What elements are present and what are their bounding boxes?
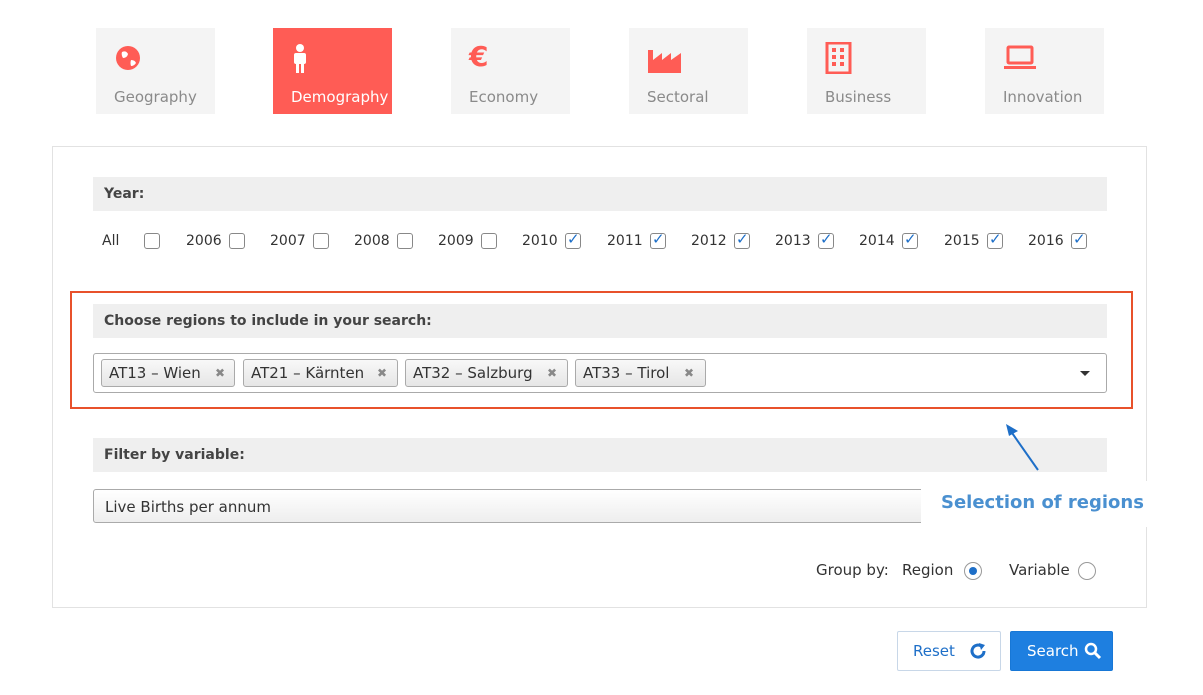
reset-button[interactable]: Reset xyxy=(897,631,1001,671)
tab-economy[interactable]: € Economy xyxy=(451,28,570,114)
all-checkbox[interactable] xyxy=(144,233,160,249)
tab-innovation[interactable]: Innovation xyxy=(985,28,1104,114)
tab-business[interactable]: Business xyxy=(807,28,926,114)
search-button[interactable]: Search xyxy=(1010,631,1113,671)
check-icon: ✓ xyxy=(567,230,580,248)
year-checkbox[interactable]: ✓ xyxy=(565,230,581,249)
year-label: 2015 xyxy=(944,233,980,249)
year-checkbox[interactable]: ✓ xyxy=(818,230,834,249)
annotation-arrow-icon xyxy=(1006,424,1039,471)
building-icon xyxy=(825,42,852,74)
globe-icon xyxy=(116,46,140,70)
year-label: 2007 xyxy=(270,233,306,249)
factory-icon xyxy=(648,50,681,73)
laptop-icon xyxy=(1004,45,1036,69)
check-icon: ✓ xyxy=(736,230,749,248)
tab-sectoral[interactable]: Sectoral xyxy=(629,28,748,114)
tab-label: Economy xyxy=(469,88,539,106)
search-button-label: Search xyxy=(1027,642,1079,660)
euro-icon: € xyxy=(469,40,489,73)
year-label: 2014 xyxy=(859,233,895,249)
regions-highlight-box xyxy=(70,291,1133,409)
group-by-option-label: Region xyxy=(902,561,954,579)
year-checkbox[interactable]: ✓ xyxy=(650,230,666,249)
year-label: 2010 xyxy=(522,233,558,249)
year-label: 2009 xyxy=(438,233,474,249)
radio-dot xyxy=(969,567,977,575)
year-checkbox[interactable]: ✓ xyxy=(1071,230,1087,249)
tab-label: Demography xyxy=(291,88,389,106)
tab-label: Geography xyxy=(114,88,197,106)
tab-label: Business xyxy=(825,88,892,106)
group-by-variable-radio[interactable] xyxy=(1078,562,1096,580)
year-checkbox[interactable] xyxy=(397,233,413,249)
year-checkbox[interactable] xyxy=(313,233,329,249)
person-icon xyxy=(294,44,306,73)
tab-demography[interactable]: Demography xyxy=(273,28,392,114)
check-icon: ✓ xyxy=(904,230,917,248)
group-by-label: Group by: xyxy=(816,561,889,579)
year-checkbox[interactable] xyxy=(481,233,497,249)
year-checkbox[interactable]: ✓ xyxy=(987,230,1003,249)
check-icon: ✓ xyxy=(1073,230,1086,248)
year-checkbox[interactable] xyxy=(229,233,245,249)
year-label: 2006 xyxy=(186,233,222,249)
variable-heading: Filter by variable: xyxy=(93,438,1107,472)
year-label: 2008 xyxy=(354,233,390,249)
category-tabs: Geography Demography € Economy Sectoral … xyxy=(96,28,1106,114)
tab-geography[interactable]: Geography xyxy=(96,28,215,114)
year-label: 2013 xyxy=(775,233,811,249)
annotation-label: Selection of regions xyxy=(941,492,1144,513)
reset-button-label: Reset xyxy=(913,642,955,660)
year-label: All xyxy=(102,233,120,249)
year-label: 2012 xyxy=(691,233,727,249)
year-label: 2011 xyxy=(607,233,643,249)
check-icon: ✓ xyxy=(652,230,665,248)
year-heading: Year: xyxy=(93,177,1107,211)
year-checkbox[interactable]: ✓ xyxy=(734,230,750,249)
year-checkbox[interactable]: ✓ xyxy=(902,230,918,249)
check-icon: ✓ xyxy=(820,230,833,248)
check-icon: ✓ xyxy=(989,230,1002,248)
refresh-icon xyxy=(970,643,986,659)
group-by-option-label: Variable xyxy=(1009,561,1070,579)
year-label: 2016 xyxy=(1028,233,1064,249)
year-checkboxes: All 2006 2007 2008 2009 2010 ✓ 2011 ✓ 20… xyxy=(102,230,1102,253)
group-by-region-radio[interactable] xyxy=(964,562,982,580)
tab-label: Sectoral xyxy=(647,88,709,106)
search-icon xyxy=(1084,642,1102,660)
tab-label: Innovation xyxy=(1003,88,1083,106)
